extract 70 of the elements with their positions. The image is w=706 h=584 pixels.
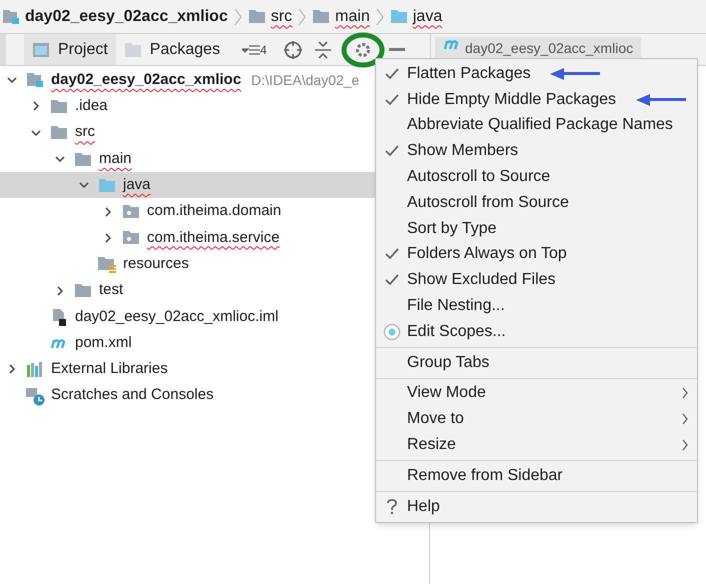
folder-icon	[74, 152, 92, 167]
folder-icon	[312, 9, 330, 24]
menu-item[interactable]: Show Excluded Files	[376, 267, 697, 294]
menu-item[interactable]: Show Members	[376, 138, 697, 164]
tree-item-label: java	[123, 175, 151, 196]
project-icon	[32, 42, 50, 58]
breadcrumb-label: src	[270, 6, 292, 26]
breadcrumb-item[interactable]: main	[312, 4, 370, 28]
maven-icon	[443, 38, 461, 50]
package-icon	[122, 204, 140, 220]
maven-icon	[50, 337, 68, 350]
breadcrumb-separator-icon	[298, 6, 306, 26]
tree-item-label: com.itheima.service	[147, 228, 280, 248]
package-icon	[122, 230, 140, 246]
menu-item[interactable]: Remove from Sidebar	[376, 462, 697, 489]
tree-item-label: resources	[123, 254, 189, 274]
menu-item[interactable]: Edit Scopes...	[376, 318, 697, 345]
editor-tab-label: day02_eesy_02acc_xmlioc	[465, 39, 634, 58]
question-icon	[386, 498, 396, 515]
minimize-icon[interactable]	[388, 48, 405, 52]
folder-icon	[124, 42, 142, 58]
list-icon	[242, 44, 260, 56]
folder-icon	[50, 98, 68, 114]
tree-item-label: main	[99, 148, 132, 169]
menu-item[interactable]: Resize	[376, 432, 697, 458]
resources-folder-icon	[97, 256, 117, 273]
tree-item-label: Scratches and Consoles	[51, 385, 214, 406]
menu-item[interactable]: File Nesting...	[376, 293, 697, 319]
tool-tab[interactable]: Project	[24, 34, 116, 65]
menu-item[interactable]: Move to	[376, 406, 697, 432]
tree-item-label: com.itheima.domain	[147, 201, 282, 222]
breadcrumb-label: day02_eesy_02acc_xmlioc	[25, 6, 228, 26]
path-hint: D:\IDEA\day02_e	[251, 70, 360, 90]
tool-tab[interactable]: Packages	[116, 34, 228, 65]
breadcrumb-separator-icon	[234, 6, 242, 26]
scope-dropdown[interactable]: 4	[242, 40, 267, 58]
breadcrumb-item[interactable]: src	[248, 4, 292, 28]
breadcrumb-item[interactable]: java	[390, 4, 442, 28]
radio-icon	[382, 322, 400, 341]
tree-item-label: pom.xml	[75, 332, 132, 353]
menu-item[interactable]: Group Tabs	[376, 350, 697, 376]
tree-item-label: .idea	[75, 96, 108, 116]
tree-item-label: day02_eesy_02acc_xmlioc	[51, 70, 242, 90]
tree-item-label: test	[99, 280, 124, 300]
folder-icon	[74, 283, 92, 298]
crosshair-icon[interactable]	[282, 40, 303, 60]
menu-item[interactable]: Folders Always on Top	[376, 242, 697, 268]
breadcrumb-item[interactable]: day02_eesy_02acc_xmlioc	[2, 4, 228, 28]
libraries-icon	[26, 361, 44, 378]
gear-circled-icon[interactable]	[340, 32, 385, 68]
menu-item[interactable]: Abbreviate Qualified Package Names	[376, 112, 697, 138]
file-icon	[51, 308, 67, 326]
folder-icon	[248, 9, 266, 24]
folder-icon	[50, 125, 68, 140]
menu-item[interactable]: Hide Empty Middle Packages	[376, 86, 697, 113]
scratches-icon	[25, 386, 45, 406]
breadcrumb-separator-icon	[376, 6, 384, 26]
collapse-icon[interactable]	[314, 40, 331, 58]
menu-item[interactable]: View Mode	[376, 380, 697, 406]
tree-item-label: day02_eesy_02acc_xmlioc.iml	[75, 306, 278, 327]
breadcrumb-label: java	[412, 6, 442, 26]
menu-item[interactable]: Help	[376, 494, 697, 520]
folder-icon	[390, 9, 408, 24]
module-icon	[2, 8, 20, 24]
tree-item-label: src	[75, 122, 95, 142]
breadcrumb-label: main	[335, 6, 370, 26]
menu-item[interactable]: Sort by Type	[376, 216, 697, 242]
module-icon	[26, 72, 44, 88]
folder-icon	[98, 178, 116, 193]
tree-item-label: External Libraries	[51, 359, 168, 380]
